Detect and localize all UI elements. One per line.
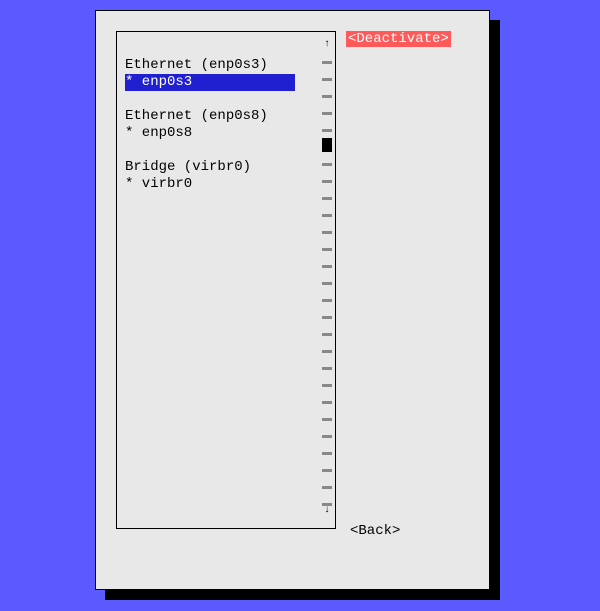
scrollbar[interactable]: ↑ ↓ [321,40,333,520]
list-item[interactable]: * virbr0 [125,176,192,192]
scroll-down-arrow[interactable]: ↓ [324,506,330,520]
deactivate-button[interactable]: <Deactivate> [346,31,451,47]
scroll-thumb[interactable] [322,138,332,152]
content-row: Ethernet (enp0s3) * enp0s3 Ethernet (enp… [116,31,474,569]
list-item-selected[interactable]: * enp0s3 [125,74,295,91]
list-item[interactable]: * enp0s8 [125,125,192,141]
list-item-header[interactable]: Ethernet (enp0s3) [125,57,268,73]
scroll-up-arrow[interactable]: ↑ [324,40,330,54]
nmtui-dialog: Ethernet (enp0s3) * enp0s3 Ethernet (enp… [95,10,490,590]
back-button[interactable]: <Back> [346,523,474,539]
button-panel: <Deactivate> <Back> [346,31,474,569]
scroll-track[interactable] [322,54,332,506]
connection-list[interactable]: Ethernet (enp0s3) * enp0s3 Ethernet (enp… [125,40,321,520]
list-item-header[interactable]: Ethernet (enp0s8) [125,108,268,124]
list-item-header[interactable]: Bridge (virbr0) [125,159,251,175]
connection-list-box: Ethernet (enp0s3) * enp0s3 Ethernet (enp… [116,31,336,529]
